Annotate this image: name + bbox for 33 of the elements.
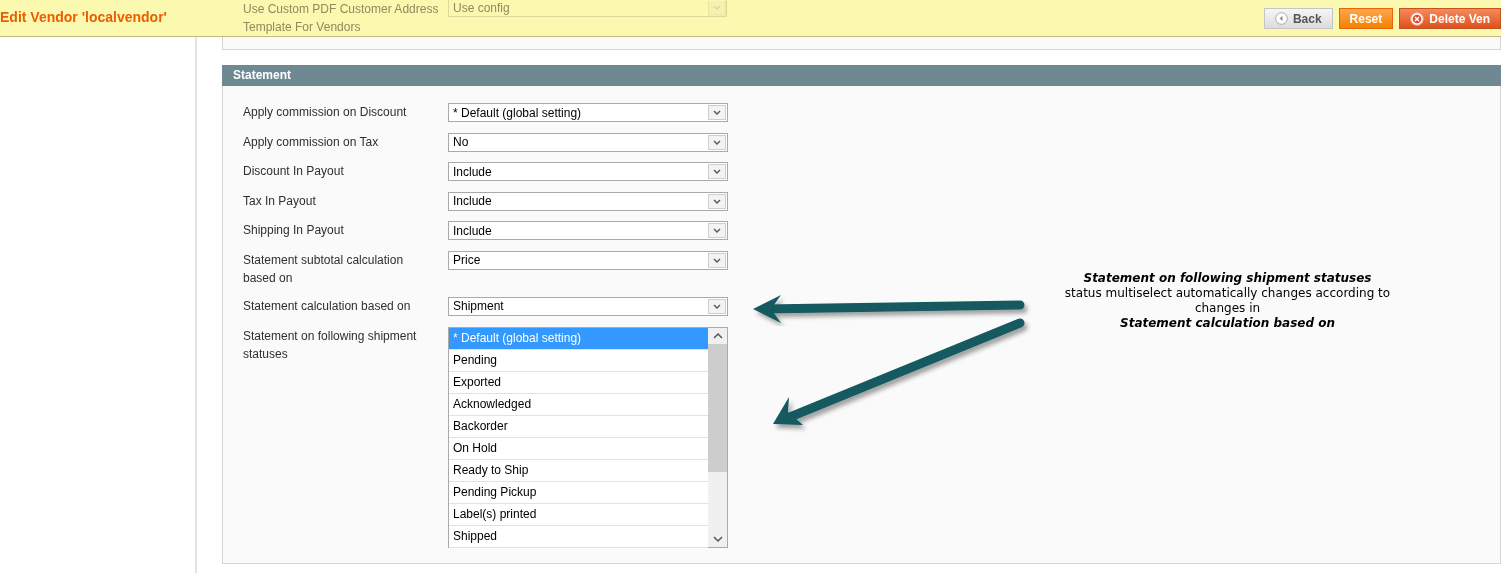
dropdown-caret-icon: [708, 223, 726, 239]
multiselect-list[interactable]: * Default (global setting) Pending Exported Acknowledged Backorder On Hold Ready to Ship Pending Pickup Label(s) printed Shipped: [448, 326, 728, 548]
select-field[interactable]: No: [448, 132, 728, 152]
section-header: Statement: [222, 65, 1501, 86]
back-button[interactable]: Back: [1263, 8, 1333, 29]
select-field[interactable]: Include: [448, 221, 728, 241]
dropdown-caret-icon: [708, 193, 726, 209]
scrollbar[interactable]: [708, 327, 727, 547]
annotation-text: status multiselect automatically changes according to changes in: [1063, 286, 1392, 316]
select-field[interactable]: Shipment: [448, 296, 728, 316]
page-title: Edit Vendor 'localvendor': [0, 9, 168, 25]
field-label: Statement calculation based on: [243, 297, 412, 315]
field-label: Statement on following shipment statuses: [243, 327, 418, 363]
cancel-icon: [1410, 11, 1425, 26]
field-label: Apply commission on Tax: [243, 133, 380, 151]
select-field[interactable]: * Default (global setting): [448, 103, 728, 122]
field-label: Shipping In Payout: [243, 222, 345, 240]
field-label: Statement subtotal calculation based on: [243, 251, 405, 287]
field-label: Discount In Payout: [243, 163, 345, 181]
field-label: Tax In Payout: [243, 192, 317, 210]
dropdown-caret-icon: [708, 252, 726, 268]
annotation-heading: Statement calculation based on: [1119, 316, 1336, 331]
back-icon: [1274, 12, 1288, 25]
dropdown-caret-icon: [708, 134, 726, 150]
field-label: Apply commission on Discount: [243, 104, 408, 121]
dropdown-caret-icon: [708, 164, 726, 180]
dropdown-caret-icon: [708, 105, 726, 120]
select-field[interactable]: Include: [448, 191, 728, 211]
dropdown-caret-icon: [708, 298, 726, 314]
annotation-heading: Statement on following shipment statuses: [1082, 271, 1373, 286]
field-label: Use Custom PDF Customer Address Template For Vendors: [243, 1, 440, 36]
select-field[interactable]: Include: [448, 162, 728, 182]
select-field[interactable]: Price: [448, 250, 728, 270]
